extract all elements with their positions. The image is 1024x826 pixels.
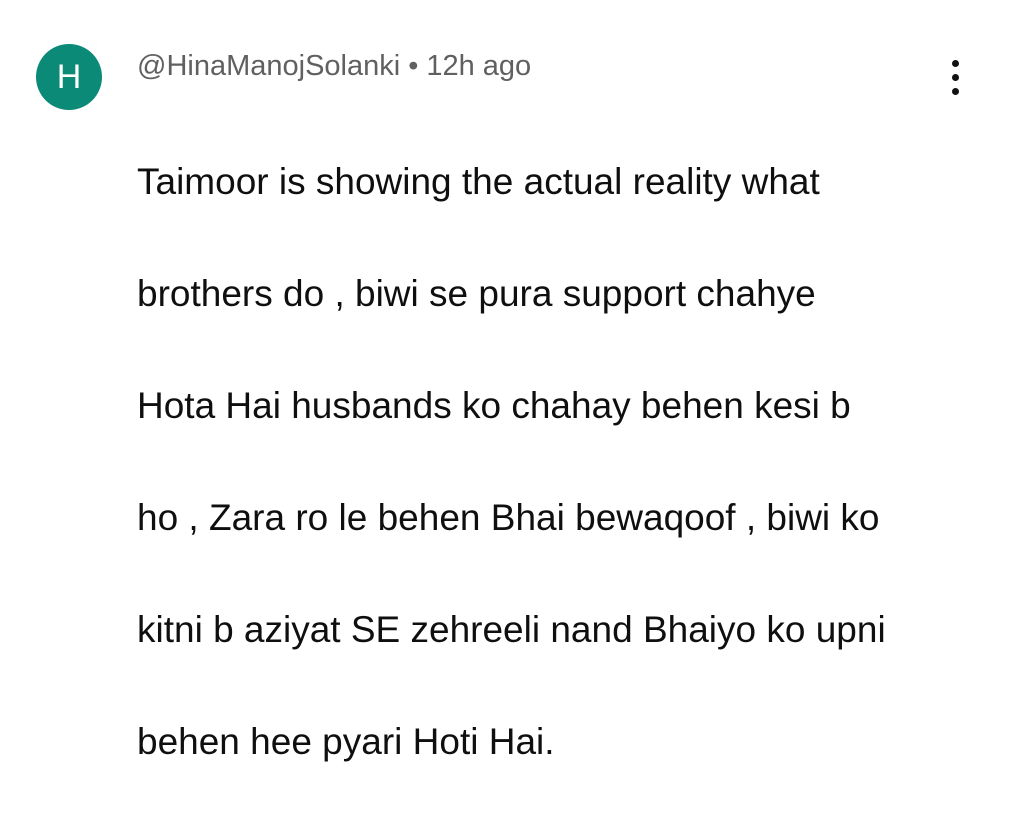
comment-meta: @HinaManojSolanki • 12h ago <box>137 50 531 83</box>
comment-text: Taimoor is showing the actual reality wh… <box>137 98 957 826</box>
more-vertical-icon <box>952 74 959 81</box>
more-vertical-icon <box>952 60 959 67</box>
comment-text-line: Taimoor is showing the actual reality wh… <box>137 161 820 202</box>
comment-timestamp: 12h ago <box>426 50 532 82</box>
more-options-button[interactable] <box>940 56 972 100</box>
meta-separator: • <box>408 50 419 82</box>
comment-item: H @HinaManojSolanki • 12h ago Taimoor is s… <box>0 0 1024 762</box>
comment-text-line: behen hee pyari Hoti Hai. <box>137 721 555 762</box>
comment-text-line: brothers do , biwi se pura support chahy… <box>137 273 816 314</box>
author-handle[interactable]: @HinaManojSolanki <box>137 50 400 82</box>
comment-text-line: ho , Zara ro le behen Bhai bewaqoof , bi… <box>137 497 880 538</box>
comment-text-line: kitni b aziyat SE zehreeli nand Bhaiyo k… <box>137 609 886 650</box>
avatar[interactable]: H <box>36 44 102 110</box>
more-vertical-icon <box>952 88 959 95</box>
comment-text-line: Hota Hai husbands ko chahay behen kesi b <box>137 385 851 426</box>
